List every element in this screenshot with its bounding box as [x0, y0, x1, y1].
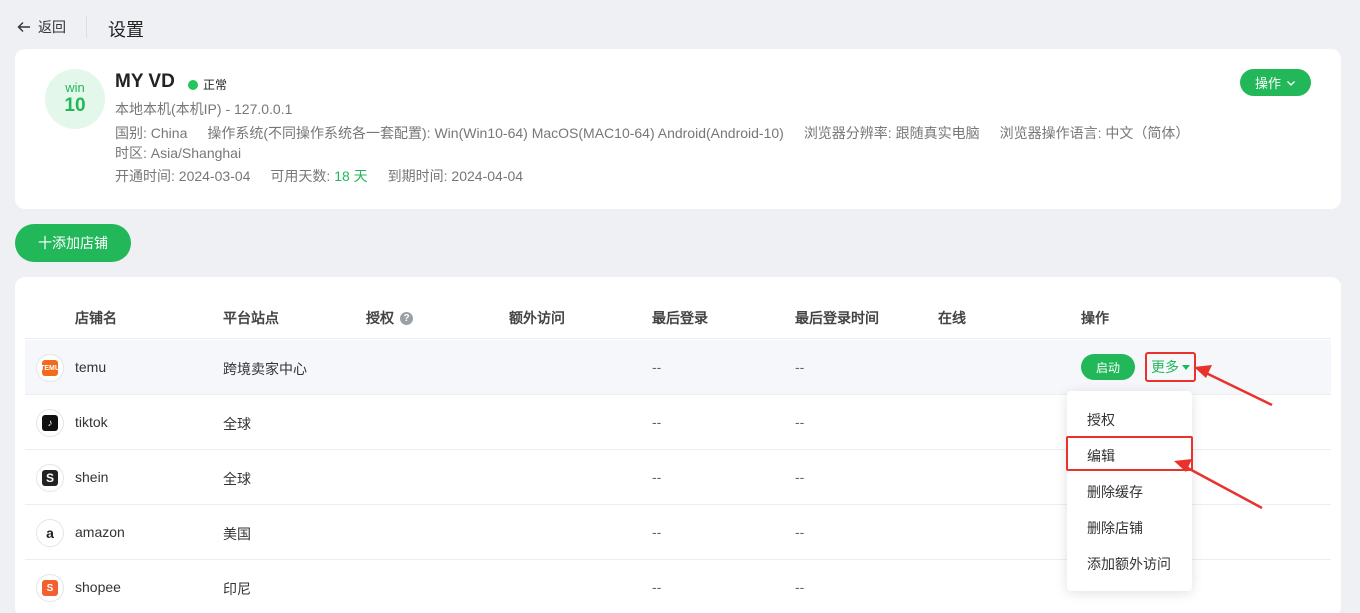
- date-line: 开通时间: 2024-03-04 可用天数: 18 天 到期时间: 2024-04-…: [115, 166, 523, 186]
- last-login: --: [652, 579, 662, 595]
- highlight-frame: [1066, 436, 1193, 471]
- os-label: win: [65, 80, 85, 95]
- expire-date-text: 到期时间: 2024-04-04: [387, 168, 524, 184]
- back-button[interactable]: 返回: [16, 17, 66, 37]
- shein-logo-icon: S: [36, 464, 64, 492]
- more-dropdown-menu: 授权 编辑 删除缓存 删除店铺 添加额外访问: [1066, 391, 1193, 591]
- col-last-login: 最后登录: [652, 310, 708, 326]
- shop-name: amazon: [75, 524, 125, 540]
- col-last-login-time: 最后登录时间: [795, 310, 879, 326]
- last-login-time: --: [795, 524, 805, 540]
- table-row: TEMU temu 跨境卖家中心 -- -- 启动 更多: [25, 340, 1331, 395]
- add-shop-button[interactable]: 十添加店铺: [15, 224, 131, 262]
- shop-name: shein: [75, 469, 109, 485]
- os-config-text: 操作系统(不同操作系统各一套配置): Win(Win10-64) MacOS(M…: [207, 125, 784, 141]
- platform-site: 美国: [223, 526, 251, 542]
- shop-name: temu: [75, 359, 107, 375]
- operations-label: 操作: [1254, 76, 1281, 91]
- page-title: 设置: [108, 20, 144, 40]
- more-label: 更多: [1151, 359, 1179, 375]
- last-login: --: [652, 359, 662, 375]
- last-login-time: --: [795, 359, 805, 375]
- last-login-time: --: [795, 469, 805, 485]
- col-extra-access: 额外访问: [509, 310, 565, 326]
- open-date-text: 开通时间: 2024-03-04: [115, 168, 251, 184]
- platform-site: 全球: [223, 416, 251, 432]
- back-label: 返回: [38, 19, 66, 35]
- col-online: 在线: [938, 310, 966, 326]
- last-login-time: --: [795, 414, 805, 430]
- tiktok-logo-icon: ♪: [36, 409, 64, 437]
- shop-name: tiktok: [75, 414, 108, 430]
- platform-site: 印尼: [223, 581, 251, 597]
- start-button[interactable]: 启动: [1081, 354, 1135, 380]
- more-button[interactable]: 更多: [1145, 352, 1196, 382]
- header-divider: [86, 16, 87, 38]
- last-login-time: --: [795, 579, 805, 595]
- days-label: 可用天数:: [270, 168, 331, 184]
- shop-name: shopee: [75, 579, 121, 595]
- os-avatar: win 10: [45, 69, 105, 129]
- menu-item-clear-cache[interactable]: 删除缓存: [1087, 482, 1143, 502]
- timezone-text: 时区: Asia/Shanghai: [115, 145, 242, 161]
- caret-down-icon: [1182, 364, 1190, 370]
- status-dot-icon: [188, 79, 198, 90]
- operations-button[interactable]: 操作: [1240, 69, 1311, 96]
- chevron-down-icon: [1287, 80, 1295, 86]
- menu-item-delete-shop[interactable]: 删除店铺: [1087, 518, 1143, 538]
- resolution-text: 浏览器分辨率: 跟随真实电脑: [803, 125, 980, 141]
- os-version: 10: [64, 95, 86, 116]
- col-shop-name: 店铺名: [75, 310, 117, 326]
- last-login: --: [652, 414, 662, 430]
- device-name: MY VD: [115, 71, 175, 92]
- menu-item-edit[interactable]: 编辑: [1087, 446, 1115, 466]
- table-header: 店铺名 平台站点 授权 ? 额外访问 最后登录 最后登录时间 在线 操作: [25, 297, 1331, 339]
- temu-logo-icon: TEMU: [36, 354, 64, 382]
- language-text: 浏览器操作语言: 中文（简体）: [999, 125, 1190, 141]
- arrow-left-icon: [17, 22, 30, 32]
- col-actions: 操作: [1081, 310, 1109, 326]
- col-platform-site: 平台站点: [223, 310, 279, 326]
- status-badge: 正常: [188, 76, 227, 93]
- device-card: win 10 MY VD 正常 本地本机(本机IP) - 127.0.0.1 国…: [15, 49, 1341, 209]
- status-text: 正常: [203, 78, 228, 92]
- device-config-line: 国别: China 操作系统(不同操作系统各一套配置): Win(Win10-64…: [115, 123, 1189, 143]
- help-icon[interactable]: ?: [400, 311, 413, 325]
- col-authorization-label: 授权: [366, 310, 394, 326]
- shopee-logo-icon: S: [36, 574, 64, 602]
- col-authorization: 授权 ?: [366, 308, 413, 328]
- amazon-logo-icon: a: [36, 519, 64, 547]
- menu-item-authorize[interactable]: 授权: [1087, 410, 1115, 430]
- last-login: --: [652, 524, 662, 540]
- last-login: --: [652, 469, 662, 485]
- top-bar: 返回 设置: [0, 0, 1360, 50]
- country-text: 国别: China: [115, 125, 188, 141]
- platform-site: 跨境卖家中心: [223, 361, 307, 377]
- platform-site: 全球: [223, 471, 251, 487]
- days-value: 18 天: [334, 168, 368, 184]
- device-address: 本地本机(本机IP) - 127.0.0.1: [115, 101, 293, 117]
- menu-item-add-extra-access[interactable]: 添加额外访问: [1087, 554, 1171, 574]
